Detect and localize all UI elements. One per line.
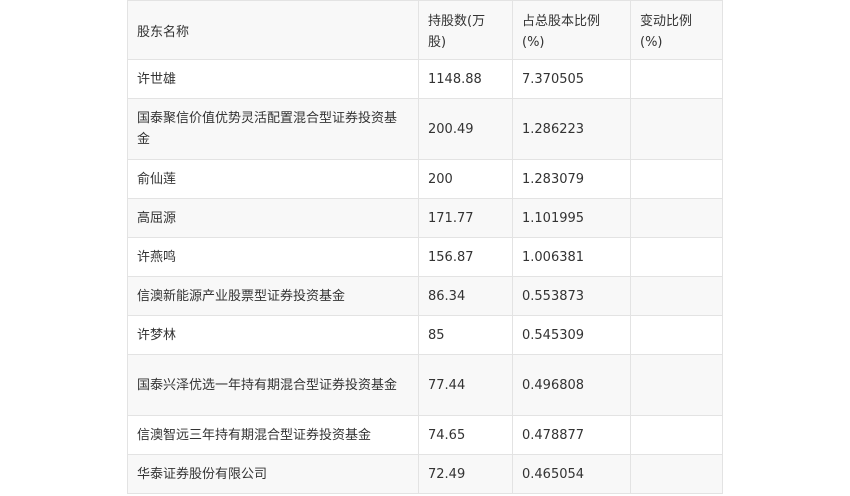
cell-holder-name: 许梦林 xyxy=(127,315,419,355)
header-shares: 持股数(万股) xyxy=(418,0,513,60)
cell-holder-name: 许世雄 xyxy=(127,59,419,99)
table-row: 国泰兴泽优选一年持有期混合型证券投资基金 77.44 0.496808 xyxy=(127,354,723,416)
cell-shares: 156.87 xyxy=(418,237,513,277)
table-row: 信澳新能源产业股票型证券投资基金 86.34 0.553873 xyxy=(127,276,723,316)
cell-shares: 200.49 xyxy=(418,98,513,160)
cell-shares: 200 xyxy=(418,159,513,199)
cell-holder-name: 许燕鸣 xyxy=(127,237,419,277)
cell-ratio: 0.478877 xyxy=(512,415,631,455)
cell-holder-name: 高屈源 xyxy=(127,198,419,238)
table-row: 高屈源 171.77 1.101995 xyxy=(127,198,723,238)
shareholders-table: 股东名称 持股数(万股) 占总股本比例(%) 变动比例(%) 许世雄 1148.… xyxy=(127,0,723,494)
cell-change xyxy=(630,98,723,160)
cell-ratio: 7.370505 xyxy=(512,59,631,99)
cell-holder-name: 俞仙莲 xyxy=(127,159,419,199)
cell-change xyxy=(630,276,723,316)
cell-holder-name: 信澳新能源产业股票型证券投资基金 xyxy=(127,276,419,316)
cell-ratio: 0.465054 xyxy=(512,454,631,494)
cell-change xyxy=(630,454,723,494)
table-row: 信澳智远三年持有期混合型证券投资基金 74.65 0.478877 xyxy=(127,415,723,455)
cell-holder-name: 国泰兴泽优选一年持有期混合型证券投资基金 xyxy=(127,354,419,416)
cell-change xyxy=(630,198,723,238)
cell-ratio: 1.286223 xyxy=(512,98,631,160)
table-row: 华泰证券股份有限公司 72.49 0.465054 xyxy=(127,454,723,494)
cell-change xyxy=(630,354,723,416)
header-holder-name: 股东名称 xyxy=(127,0,419,60)
cell-ratio: 1.006381 xyxy=(512,237,631,277)
cell-shares: 85 xyxy=(418,315,513,355)
cell-change xyxy=(630,315,723,355)
cell-holder-name: 信澳智远三年持有期混合型证券投资基金 xyxy=(127,415,419,455)
table-row: 许世雄 1148.88 7.370505 xyxy=(127,59,723,99)
cell-holder-name: 国泰聚信价值优势灵活配置混合型证券投资基金 xyxy=(127,98,419,160)
cell-shares: 1148.88 xyxy=(418,59,513,99)
header-change: 变动比例(%) xyxy=(630,0,723,60)
cell-ratio: 0.553873 xyxy=(512,276,631,316)
header-ratio: 占总股本比例(%) xyxy=(512,0,631,60)
cell-ratio: 0.545309 xyxy=(512,315,631,355)
cell-ratio: 1.283079 xyxy=(512,159,631,199)
cell-shares: 86.34 xyxy=(418,276,513,316)
cell-shares: 77.44 xyxy=(418,354,513,416)
cell-ratio: 1.101995 xyxy=(512,198,631,238)
cell-shares: 72.49 xyxy=(418,454,513,494)
table-row: 俞仙莲 200 1.283079 xyxy=(127,159,723,199)
table-row: 国泰聚信价值优势灵活配置混合型证券投资基金 200.49 1.286223 xyxy=(127,98,723,160)
table-row: 许梦林 85 0.545309 xyxy=(127,315,723,355)
cell-shares: 74.65 xyxy=(418,415,513,455)
cell-shares: 171.77 xyxy=(418,198,513,238)
cell-holder-name: 华泰证券股份有限公司 xyxy=(127,454,419,494)
cell-change xyxy=(630,237,723,277)
cell-ratio: 0.496808 xyxy=(512,354,631,416)
cell-change xyxy=(630,59,723,99)
table-header-row: 股东名称 持股数(万股) 占总股本比例(%) 变动比例(%) xyxy=(127,0,723,60)
cell-change xyxy=(630,415,723,455)
cell-change xyxy=(630,159,723,199)
table-row: 许燕鸣 156.87 1.006381 xyxy=(127,237,723,277)
